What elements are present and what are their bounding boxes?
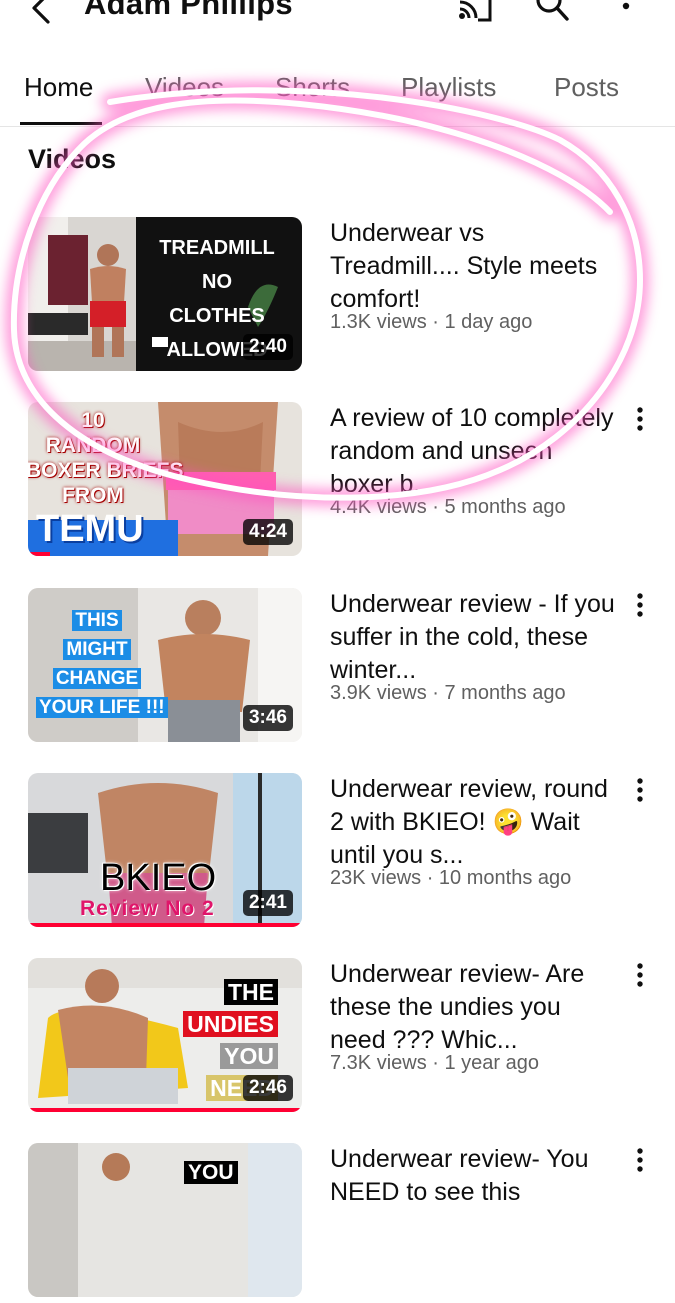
more-options-icon[interactable] <box>626 960 654 994</box>
video-title[interactable]: Underwear review- You NEED to see this <box>330 1143 615 1209</box>
thumbnail-text: TREADMILL <box>159 237 275 259</box>
video-duration: 3:46 <box>242 705 293 731</box>
thumbnail-text: YOU <box>220 1043 278 1069</box>
thumbnail-text: THE <box>224 979 278 1005</box>
back-arrow-icon[interactable] <box>22 0 62 32</box>
thumbnail-text: MIGHT <box>63 639 131 660</box>
thumbnail-text: TEMU <box>36 508 144 550</box>
channel-tabs: Home Videos Shorts Playlists Posts <box>0 56 675 127</box>
video-thumbnail[interactable]: THE UNDIES YOU NEED 2:46 <box>28 958 302 1112</box>
tab-playlists[interactable]: Playlists <box>401 72 496 103</box>
video-duration: 2:46 <box>242 1075 293 1101</box>
video-title[interactable]: Underwear review - If you suffer in the … <box>330 588 615 687</box>
thumbnail-text: BKIEO <box>100 857 217 899</box>
watch-progress-bar <box>28 552 50 556</box>
video-title[interactable]: Underwear review- Are these the undies y… <box>330 958 615 1057</box>
video-item[interactable]: 10 RANDOM BOXER BRIEFS FROM TEMU 4:24 A … <box>0 402 675 562</box>
cast-icon[interactable] <box>456 0 496 32</box>
video-duration: 2:41 <box>242 890 293 916</box>
video-item[interactable]: YOU Underwear review- You NEED to see th… <box>0 1143 675 1303</box>
thumbnail-text: BOXER BRIEFS <box>28 459 184 482</box>
video-meta: 23K views · 10 months ago <box>330 867 572 889</box>
more-vert-icon[interactable] <box>606 0 646 32</box>
tab-posts[interactable]: Posts <box>554 72 619 103</box>
section-title: Videos <box>28 144 117 174</box>
video-item[interactable]: THE UNDIES YOU NEED 2:46 Underwear revie… <box>0 958 675 1118</box>
thumbnail-text: CHANGE <box>52 668 142 689</box>
video-item[interactable]: THIS MIGHT CHANGE YOUR LIFE !!! 3:46 Und… <box>0 588 675 748</box>
thumbnail-text: THIS <box>72 610 122 631</box>
video-title[interactable]: Underwear vs Treadmill.... Style meets c… <box>330 217 615 316</box>
thumbnail-text: NO <box>202 271 232 293</box>
video-meta: 4.4K views · 5 months ago <box>330 496 566 518</box>
video-title[interactable]: Underwear review, round 2 with BKIEO! 🤪 … <box>330 773 615 872</box>
video-item[interactable]: BKIEO Review No 2 2:41 Underwear review,… <box>0 773 675 933</box>
active-tab-indicator <box>20 122 102 125</box>
video-duration: 4:24 <box>242 519 293 545</box>
more-options-icon[interactable] <box>626 1145 654 1179</box>
video-thumbnail[interactable]: TREADMILL NO CLOTHES ALLOWED 2:40 <box>28 217 302 371</box>
thumbnail-text: 10 <box>81 409 105 432</box>
video-thumbnail[interactable]: THIS MIGHT CHANGE YOUR LIFE !!! 3:46 <box>28 588 302 742</box>
video-meta: 1.3K views · 1 day ago <box>330 311 533 333</box>
video-thumbnail[interactable]: YOU <box>28 1143 302 1297</box>
thumbnail-text: YOU <box>184 1161 238 1184</box>
tab-home[interactable]: Home <box>24 72 93 103</box>
more-options-icon[interactable] <box>626 590 654 624</box>
more-options-icon[interactable] <box>626 775 654 809</box>
video-item[interactable]: TREADMILL NO CLOTHES ALLOWED 2:40 Underw… <box>0 217 675 377</box>
video-thumbnail[interactable]: 10 RANDOM BOXER BRIEFS FROM TEMU 4:24 <box>28 402 302 556</box>
thumbnail-text: Review No 2 <box>80 897 215 920</box>
video-thumbnail[interactable]: BKIEO Review No 2 2:41 <box>28 773 302 927</box>
video-meta: 7.3K views · 1 year ago <box>330 1052 539 1074</box>
thumbnail-text: YOUR LIFE !!! <box>36 697 168 718</box>
video-title[interactable]: A review of 10 completely random and uns… <box>330 402 615 501</box>
more-options-icon[interactable] <box>626 404 654 438</box>
tab-shorts[interactable]: Shorts <box>275 72 350 103</box>
video-duration: 2:40 <box>242 334 293 360</box>
top-app-bar: Adam Phillips <box>0 0 675 40</box>
thumbnail-text: CLOTHES <box>169 305 265 327</box>
thumbnail-text: FROM <box>62 484 124 507</box>
tab-videos[interactable]: Videos <box>145 72 224 103</box>
search-icon[interactable] <box>532 0 572 32</box>
watch-progress-bar <box>28 923 302 927</box>
watch-progress-bar <box>28 1108 302 1112</box>
channel-name: Adam Phillips <box>84 0 293 21</box>
thumbnail-text: RANDOM <box>45 434 141 457</box>
video-meta: 3.9K views · 7 months ago <box>330 682 566 704</box>
thumbnail-text: UNDIES <box>183 1011 278 1037</box>
